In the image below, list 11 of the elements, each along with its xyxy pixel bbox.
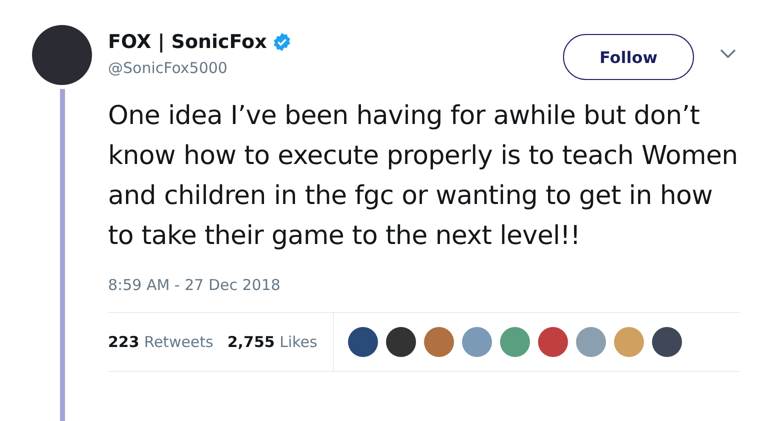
follow-button[interactable]: Follow: [563, 34, 694, 80]
user-avatar[interactable]: [386, 327, 416, 357]
chevron-down-icon[interactable]: [720, 49, 736, 59]
tweet-text: One idea I’ve been having for awhile but don’t know how to execute properly is to teach Women and children in the fgc or wanting to get in how to take their game to the next level!!: [108, 100, 739, 253]
user-avatar[interactable]: [652, 327, 682, 357]
stat-count[interactable]: 223 Retweets: [108, 333, 214, 351]
stat-count[interactable]: 2,755 Likes: [227, 333, 318, 351]
tweet-timestamp[interactable]: 8:59 AM - 27 Dec 2018: [108, 276, 740, 294]
author-name[interactable]: FOX | SonicFox: [108, 31, 267, 53]
author-handle[interactable]: @SonicFox5000: [108, 59, 563, 77]
user-avatar[interactable]: [348, 327, 378, 357]
